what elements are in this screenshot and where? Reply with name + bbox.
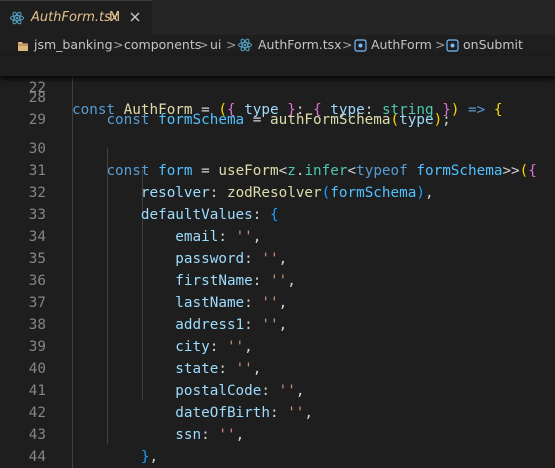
react-icon [10, 11, 24, 25]
tab-filename: AuthForm.tsx [31, 10, 119, 25]
folder-icon [18, 42, 28, 51]
breadcrumb-ui[interactable]: ui [210, 37, 221, 52]
breadcrumb-authform-symbol[interactable]: AuthForm [371, 37, 432, 52]
code-editor[interactable]: 28 const formSchema = authFormSchema(typ… [0, 76, 555, 468]
breadcrumb-separator: > [435, 37, 446, 52]
close-icon[interactable] [127, 9, 143, 25]
tab-authform[interactable]: AuthForm.tsx M [0, 0, 152, 35]
breadcrumb-separator: > [113, 37, 124, 52]
breadcrumb-components[interactable]: components [124, 37, 201, 52]
breadcrumb: jsm_banking > components > ui > AuthForm… [0, 35, 555, 56]
symbol-icon [354, 39, 367, 52]
react-icon [238, 38, 252, 52]
breadcrumb-separator: > [226, 37, 237, 52]
sticky-scroll-line[interactable]: 22 const AuthForm = ({ type }: { type: s… [0, 56, 555, 118]
breadcrumb-onsubmit[interactable]: onSubmit [463, 37, 523, 52]
breadcrumb-separator: > [198, 37, 209, 52]
code-text: const AuthForm = ({ type }: { type: stri… [72, 102, 503, 118]
breadcrumb-jsm-banking[interactable]: jsm_banking [34, 37, 113, 52]
symbol-icon [446, 39, 459, 52]
breadcrumb-separator: > [342, 37, 353, 52]
modified-indicator: M [109, 10, 121, 25]
line-number: 22 [28, 80, 46, 96]
breadcrumb-file[interactable]: AuthForm.tsx [258, 37, 342, 52]
editor-tab-bar: AuthForm.tsx M [0, 0, 555, 35]
